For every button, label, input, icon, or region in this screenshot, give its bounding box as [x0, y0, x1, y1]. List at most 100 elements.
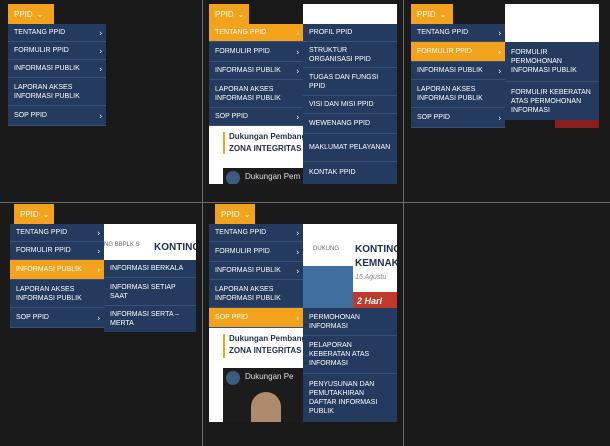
chevron-right-icon: › — [97, 228, 100, 237]
submenu-item[interactable]: PENYUSUNAN DAN PEMUTAKHIRAN DAFTAR INFOR… — [303, 374, 397, 422]
ppid-dropdown: TENTANG PPID › FORMULIR PPID › INFORMASI P… — [411, 24, 505, 128]
news-card[interactable]: Dukungan Pembang ZONA INTEGRITAS Dukunga… — [209, 126, 307, 184]
menu-item-formulir[interactable]: FORMULIR PPID › — [8, 42, 106, 60]
chevron-down-icon: ⌄ — [36, 9, 44, 19]
news-card[interactable]: Dukungan Pembang ZONA INTEGRITAS Dukunga… — [209, 328, 307, 422]
submenu-item[interactable]: WEWENANG PPID — [303, 114, 397, 134]
page-background — [505, 4, 599, 42]
submenu-item[interactable]: PELAPORAN KEBERATAN ATAS INFORMASI — [303, 336, 397, 374]
submenu-item[interactable]: STRUKTUR ORGANISASI PPID — [303, 42, 397, 68]
menu-item-tentang[interactable]: TENTANG PPID › — [411, 24, 505, 42]
video-thumbnail[interactable]: Dukungan Pe — [223, 368, 303, 422]
menu-item-sop[interactable]: SOP PPID › — [209, 308, 303, 328]
chevron-right-icon: › — [99, 28, 102, 37]
sop-submenu: PERMOHONAN INFORMASI PELAPORAN KEBERATAN… — [303, 308, 397, 422]
news-ticker: NG BBPLK S — [104, 242, 140, 248]
ppid-menu-button[interactable]: PPID ⌄ — [215, 204, 255, 224]
menu-item-tentang[interactable]: TENTANG PPID › — [10, 224, 104, 242]
menu-label: SOP PPID — [16, 314, 49, 321]
submenu-label: TUGAS DAN FUNGSI PPID — [309, 73, 379, 90]
submenu-item[interactable]: MAKLUMAT PELAYANAN — [303, 134, 397, 162]
menu-label: FORMULIR PPID — [16, 247, 71, 254]
menu-item-informasi[interactable]: INFORMASI PUBLIK › — [10, 260, 104, 280]
menu-item-tentang[interactable]: TENTANG PPID › — [209, 24, 303, 42]
menu-item-sop[interactable]: SOP PPID › — [209, 108, 303, 126]
screenshot-panel-4: NG BBPLK S KONTING PPID ⌄ TENTANG PPID › F… — [8, 204, 196, 332]
submenu-label: FORMULIR PERMOHONAN INFORMASI PUBLIK — [511, 49, 577, 74]
menu-item-laporan[interactable]: LAPORAN AKSES INFORMASI PUBLIK — [10, 280, 104, 308]
menu-item-tentang[interactable]: TENTANG PPID › — [209, 224, 303, 242]
card-title-line1: Dukungan Pembang — [229, 132, 307, 141]
informasi-submenu: INFORMASI BERKALA INFORMASI SETIAP SAAT … — [104, 260, 196, 332]
ppid-menu-button[interactable]: PPID ⌄ — [209, 4, 249, 24]
card-title-line2: ZONA INTEGRITAS — [229, 346, 302, 355]
submenu-item[interactable]: PROFIL PPID — [303, 24, 397, 42]
ppid-menu-button[interactable]: PPID ⌄ — [14, 204, 54, 224]
menu-label: LAPORAN AKSES INFORMASI PUBLIK — [215, 285, 281, 302]
menu-label: TENTANG PPID — [14, 29, 66, 36]
menu-label: FORMULIR PPID — [215, 48, 270, 55]
submenu-label: PROFIL PPID — [309, 29, 353, 36]
card-title-line2: ZONA INTEGRITAS — [229, 144, 302, 153]
menu-label: LAPORAN AKSES INFORMASI PUBLIK — [16, 285, 82, 302]
chevron-right-icon: › — [498, 113, 501, 122]
submenu-item[interactable]: FORMULIR KEBERATAN ATAS PERMOHONAN INFOR… — [505, 82, 599, 120]
submenu-label: PELAPORAN KEBERATAN ATAS INFORMASI — [309, 342, 370, 367]
ppid-menu-button[interactable]: PPID ⌄ — [411, 4, 453, 24]
submenu-label: PERMOHONAN INFORMASI — [309, 313, 360, 330]
submenu-item[interactable]: KONTAK PPID — [303, 162, 397, 182]
news-image[interactable] — [303, 266, 353, 310]
menu-item-laporan[interactable]: LAPORAN AKSES INFORMASI PUBLIK — [411, 80, 505, 108]
menu-item-formulir[interactable]: FORMULIR PPID › — [209, 242, 303, 262]
card-title-line1: Dukungan Pembang — [229, 334, 307, 343]
menu-item-laporan[interactable]: LAPORAN AKSES INFORMASI PUBLIK — [209, 280, 303, 308]
menu-item-laporan[interactable]: LAPORAN AKSES INFORMASI PUBLIK — [8, 78, 106, 106]
submenu-item[interactable]: TUGAS DAN FUNGSI PPID — [303, 68, 397, 96]
menu-item-formulir[interactable]: FORMULIR PPID › — [411, 42, 505, 62]
chevron-right-icon: › — [296, 266, 299, 275]
menu-item-informasi[interactable]: INFORMASI PUBLIK › — [209, 62, 303, 80]
news-ticker: DUKUNG — [313, 246, 340, 252]
menu-label: LAPORAN AKSES INFORMASI PUBLIK — [417, 85, 483, 102]
menu-label: FORMULIR PPID — [14, 47, 69, 54]
menu-item-informasi[interactable]: INFORMASI PUBLIK › — [411, 62, 505, 80]
chevron-right-icon: › — [296, 47, 299, 56]
chevron-right-icon: › — [296, 228, 299, 237]
menu-item-informasi[interactable]: INFORMASI PUBLIK › — [8, 60, 106, 78]
menu-label: INFORMASI PUBLIK — [215, 267, 281, 274]
submenu-label: PENYUSUNAN DAN PEMUTAKHIRAN DAFTAR INFOR… — [309, 381, 378, 415]
menu-label: SOP PPID — [417, 114, 450, 121]
ppid-dropdown: TENTANG PPID › FORMULIR PPID › INFORMASI P… — [10, 224, 104, 328]
submenu-item[interactable]: INFORMASI SERTA – MERTA — [104, 306, 196, 332]
screenshot-panel-2: PPID ⌄ TENTANG PPID › FORMULIR PPID › INFOR… — [209, 4, 397, 184]
submenu-item[interactable]: PERMOHONAN INFORMASI — [303, 308, 397, 336]
ppid-dropdown: TENTANG PPID › FORMULIR PPID › INFORMASI P… — [209, 224, 303, 328]
menu-item-informasi[interactable]: INFORMASI PUBLIK › — [209, 262, 303, 280]
ppid-label: PPID — [14, 9, 33, 19]
submenu-item[interactable]: VISI DAN MISI PPID — [303, 96, 397, 114]
menu-item-sop[interactable]: SOP PPID › — [411, 108, 505, 128]
submenu-item[interactable]: INFORMASI BERKALA — [104, 260, 196, 278]
submenu-label: VISI DAN MISI PPID — [309, 101, 374, 108]
chevron-right-icon: › — [296, 66, 299, 75]
chevron-right-icon: › — [498, 66, 501, 75]
menu-item-sop[interactable]: SOP PPID › — [10, 308, 104, 328]
menu-item-tentang[interactable]: TENTANG PPID › — [8, 24, 106, 42]
menu-item-laporan[interactable]: LAPORAN AKSES INFORMASI PUBLIK — [209, 80, 303, 108]
submenu-label: INFORMASI BERKALA — [110, 265, 184, 272]
banner-strip — [555, 120, 599, 128]
menu-label: INFORMASI PUBLIK — [215, 67, 281, 74]
video-thumbnail[interactable]: Dukungan Pem — [223, 168, 303, 184]
menu-item-formulir[interactable]: FORMULIR PPID › — [209, 42, 303, 62]
menu-item-formulir[interactable]: FORMULIR PPID › — [10, 242, 104, 260]
screenshot-panel-3: PPID ⌄ TENTANG PPID › FORMULIR PPID › INFOR… — [411, 4, 599, 128]
chevron-down-icon: ⌄ — [243, 209, 251, 219]
submenu-item[interactable]: FORMULIR PERMOHONAN INFORMASI PUBLIK — [505, 42, 599, 82]
menu-label: SOP PPID — [14, 112, 47, 119]
menu-label: INFORMASI PUBLIK — [16, 266, 82, 273]
grid-divider — [403, 0, 404, 446]
menu-item-sop[interactable]: SOP PPID › — [8, 106, 106, 126]
submenu-item[interactable]: INFORMASI SETIAP SAAT — [104, 278, 196, 306]
menu-label: SOP PPID — [215, 113, 248, 120]
ppid-menu-button[interactable]: PPID ⌄ — [8, 4, 54, 24]
